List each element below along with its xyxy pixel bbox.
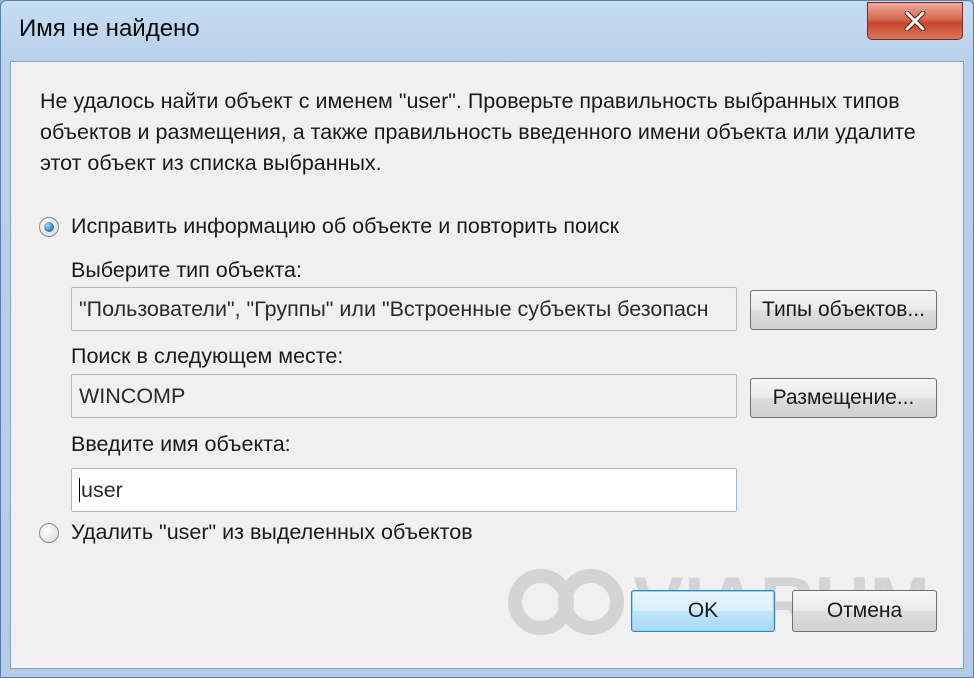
dialog-window: Имя не найдено Не удалось найти объект с…	[0, 0, 974, 678]
object-name-value: user	[81, 478, 123, 502]
close-icon	[904, 11, 926, 31]
radio-button-selected[interactable]	[39, 216, 59, 237]
object-name-input[interactable]: user	[71, 468, 737, 512]
radio-button-unselected[interactable]	[39, 522, 59, 543]
object-type-label: Выберите тип объекта:	[71, 258, 302, 282]
title-bar[interactable]: Имя не найдено	[1, 1, 973, 61]
object-type-field: "Пользователи", "Группы" или "Встроенные…	[71, 287, 737, 331]
cancel-button[interactable]: Отмена	[792, 590, 937, 632]
error-message: Не удалось найти объект с именем "user".…	[40, 89, 916, 175]
radio-fix-info-label: Исправить информацию об объекте и повтор…	[71, 214, 620, 238]
text-caret	[79, 477, 80, 502]
close-button[interactable]	[867, 2, 963, 40]
ok-button[interactable]: OK	[631, 590, 775, 632]
window-title: Имя не найдено	[19, 15, 200, 42]
object-types-button[interactable]: Типы объектов...	[750, 290, 937, 330]
radio-remove-label: Удалить "user" из выделенных объектов	[71, 520, 473, 544]
location-field: WINCOMP	[71, 374, 737, 418]
dialog-body: Не удалось найти объект с именем "user".…	[10, 61, 964, 669]
location-label: Поиск в следующем месте:	[71, 344, 344, 368]
object-name-label: Введите имя объекта:	[71, 432, 291, 456]
locations-button[interactable]: Размещение...	[750, 378, 937, 418]
radio-remove[interactable]: Удалить "user" из выделенных объектов	[39, 520, 473, 545]
radio-fix-info[interactable]: Исправить информацию об объекте и повтор…	[39, 214, 619, 239]
